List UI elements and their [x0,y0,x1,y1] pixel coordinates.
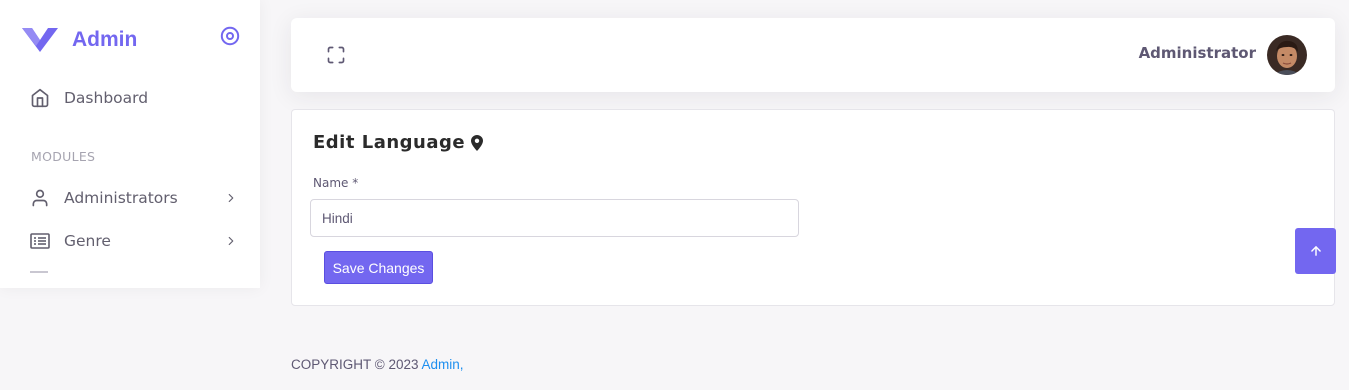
edit-language-card: Edit Language Name * Save Changes [291,109,1335,306]
footer-link[interactable]: Admin, [422,357,464,372]
sidebar-toggle-icon[interactable] [220,26,240,46]
scroll-top-button[interactable] [1295,228,1336,274]
sidebar-item-dashboard[interactable]: Dashboard [30,86,242,110]
footer-copyright: COPYRIGHT © 2023 [291,357,422,372]
sidebar-item-genre[interactable]: Genre [30,229,242,253]
chevron-right-icon [228,193,234,203]
sidebar-item-label: Administrators [64,189,178,207]
user-name[interactable]: Administrator [1139,44,1256,62]
sidebar-item-label: Dashboard [64,89,149,107]
sidebar: Admin Dashboard MODULES Administrators G… [0,0,260,288]
top-navbar: Administrator [291,18,1335,92]
maximize-icon[interactable] [326,45,346,65]
brand[interactable]: Admin [22,26,137,54]
avatar[interactable] [1267,35,1307,75]
sidebar-item-label: Genre [64,232,111,250]
chevron-right-icon [228,236,234,246]
save-changes-button[interactable]: Save Changes [324,251,433,284]
name-field[interactable] [310,199,799,237]
user-icon [30,188,50,208]
list-icon [30,231,50,251]
name-field-label: Name * [313,176,359,190]
card-title: Edit Language [313,132,484,153]
sidebar-item-partial [30,271,48,273]
sidebar-item-administrators[interactable]: Administrators [30,186,242,210]
brand-name: Admin [72,28,138,51]
map-pin-icon [471,134,484,151]
arrow-up-icon [1310,246,1321,256]
card-title-text: Edit Language [313,132,466,153]
brand-logo-icon [22,28,58,52]
footer: COPYRIGHT © 2023 Admin, [291,357,464,372]
home-icon [30,88,50,108]
sidebar-section-header: MODULES [31,149,96,164]
